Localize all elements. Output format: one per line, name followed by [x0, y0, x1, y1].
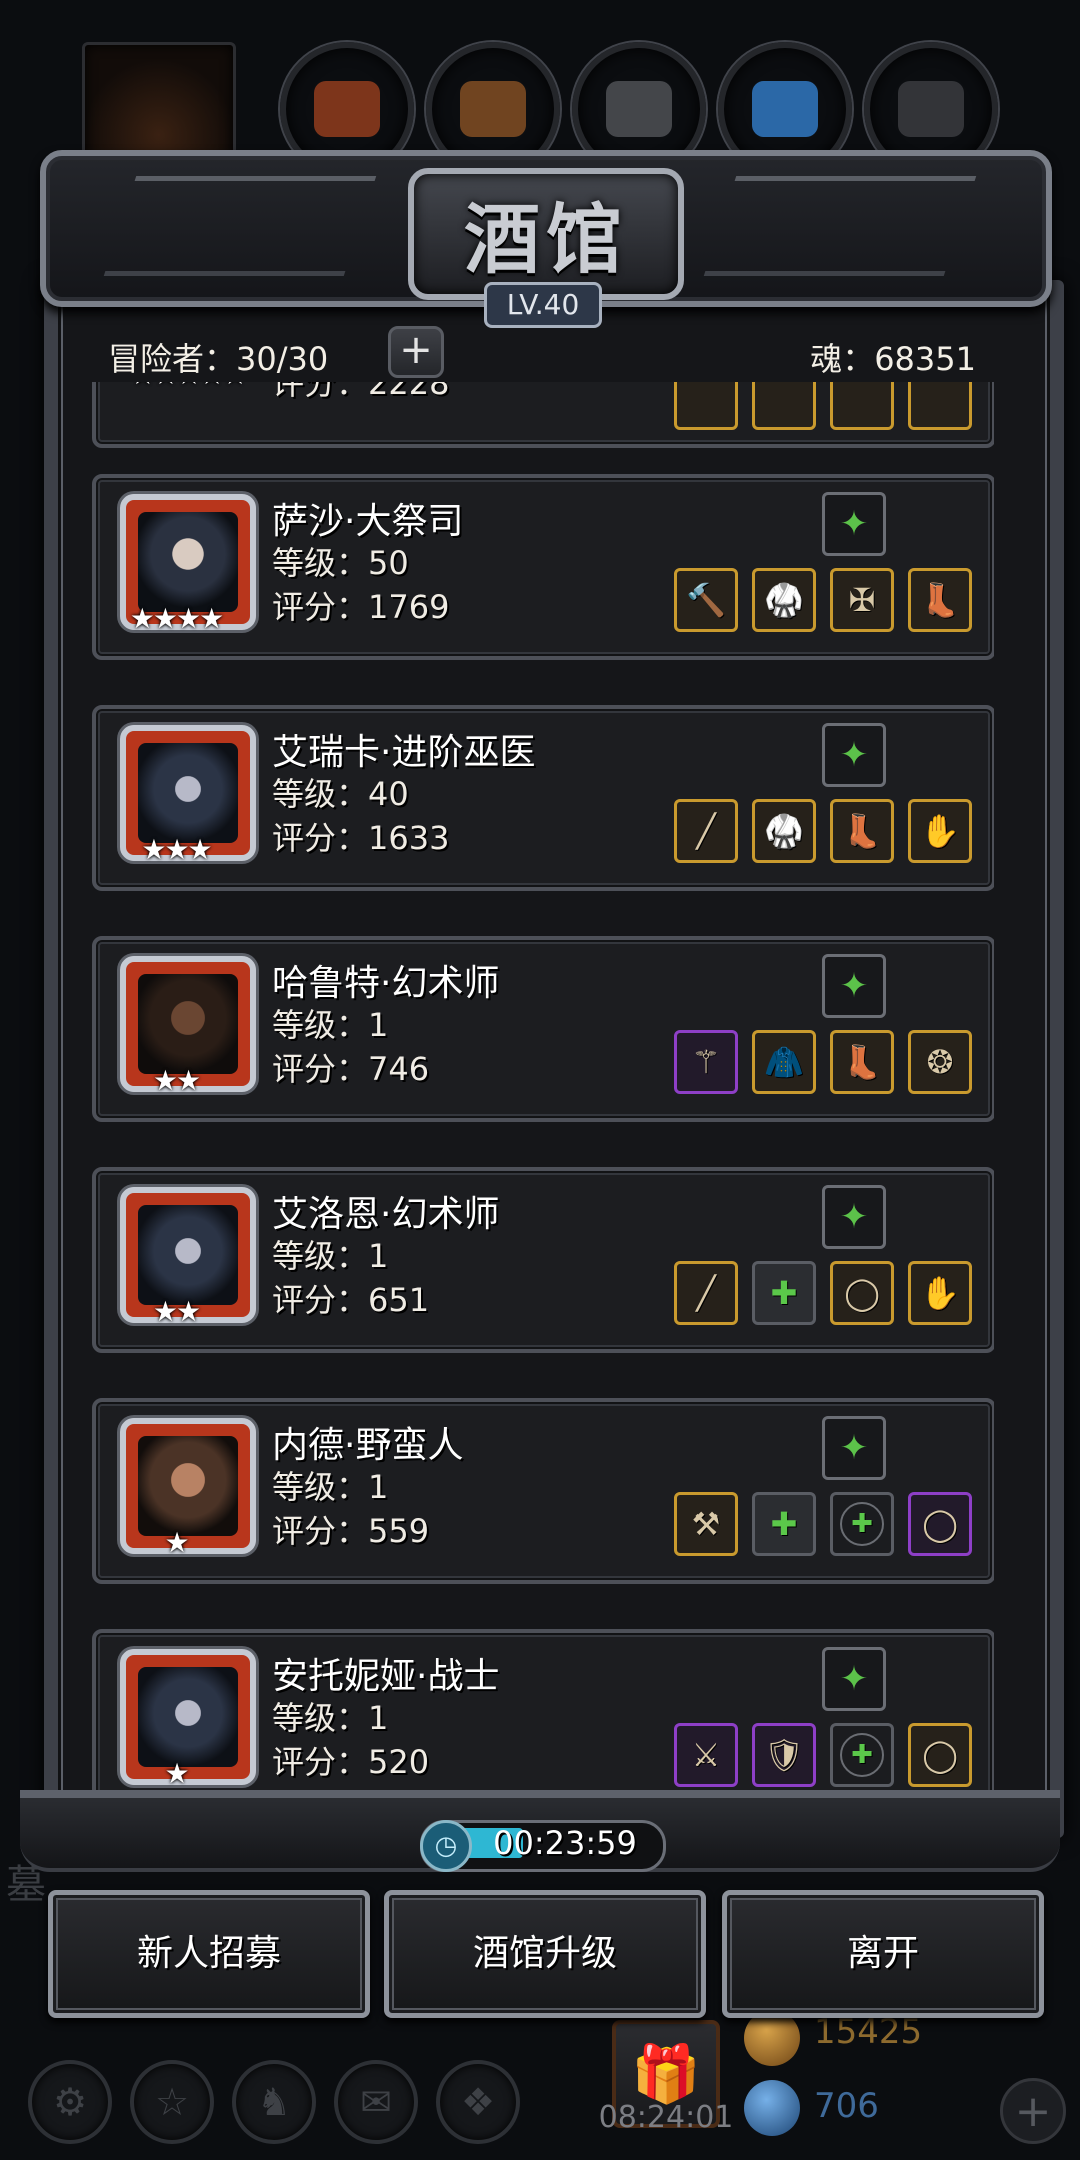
- star-rating: ★★★: [141, 833, 212, 866]
- boots-icon[interactable]: 👢: [908, 568, 972, 632]
- star-icon[interactable]: ☆: [130, 2060, 214, 2144]
- recruit-button[interactable]: 新人招募: [48, 1890, 370, 2018]
- hooded-robe-icon[interactable]: 🧥: [752, 1030, 816, 1094]
- add-armor-icon[interactable]: ✚: [752, 1492, 816, 1556]
- mail-icon[interactable]: ✉: [334, 2060, 418, 2144]
- star-rating: ★★: [152, 1295, 201, 1328]
- star-rating: ★★★★★: [120, 382, 256, 391]
- leave-button[interactable]: 离开: [722, 1890, 1044, 2018]
- hero-name: 萨沙·大祭司: [272, 501, 464, 542]
- soul-count: 魂：68351: [810, 340, 976, 378]
- panel-title: 酒馆: [464, 195, 628, 284]
- hammer-icon[interactable]: 🔨: [674, 568, 738, 632]
- adventurer-count: 冒险者：30/30: [108, 340, 329, 378]
- necklace-icon[interactable]: ❂: [908, 1030, 972, 1094]
- star-rating: ★: [164, 1757, 189, 1790]
- ring-icon[interactable]: ◯: [908, 1492, 972, 1556]
- hero-list[interactable]: ★★★★★ 评分：2228 ★★★★萨沙·大祭司等级：50评分：1769✦🔨🥋✠…: [88, 382, 994, 1790]
- gem-amount: 706: [814, 2086, 879, 2126]
- hero-face: [138, 1667, 238, 1767]
- sword-icon[interactable]: ⚔: [674, 1723, 738, 1787]
- gem-icon: [744, 2080, 800, 2136]
- package-icon[interactable]: ❖: [436, 2060, 520, 2144]
- recruit-timer: 00:23:59: [493, 1824, 637, 1862]
- staff-icon[interactable]: ╱: [674, 799, 738, 863]
- hero-face: [138, 743, 238, 843]
- class-emblem-icon[interactable]: ✦: [822, 1416, 886, 1480]
- hero-face: [138, 1436, 238, 1536]
- hero-score: 评分：1769: [272, 588, 450, 626]
- hero-name: 艾瑞卡·进阶巫医: [272, 732, 536, 773]
- robe-icon[interactable]: 🥋: [752, 799, 816, 863]
- class-emblem-icon[interactable]: ✦: [822, 492, 886, 556]
- equipment-slot[interactable]: [752, 382, 816, 430]
- ring-icon[interactable]: ◯: [830, 1261, 894, 1325]
- add-adventurer-slot-button[interactable]: +: [388, 326, 444, 378]
- hero-icon[interactable]: ♞: [232, 2060, 316, 2144]
- add-accessory-icon[interactable]: ✚: [830, 1723, 894, 1787]
- star-rating: ★: [164, 1526, 189, 1559]
- gold-amount: 15425: [814, 2012, 923, 2052]
- gold-coin-icon: [744, 2010, 800, 2066]
- hero-card[interactable]: ★★★★ 萨沙·大祭司 等级：50 评分：1769 ✦ 🔨 🥋 ✠ 👢: [92, 474, 994, 660]
- hero-level: 等级：1: [272, 1237, 389, 1275]
- hero-level: 等级：40: [272, 775, 409, 813]
- equipment-slot[interactable]: [674, 382, 738, 430]
- equipment-slot[interactable]: [830, 382, 894, 430]
- hero-name: 艾洛恩·幻术师: [272, 1194, 500, 1235]
- ring-icon[interactable]: ◯: [908, 1723, 972, 1787]
- robe-icon[interactable]: 🥋: [752, 568, 816, 632]
- settings-icon[interactable]: ⚙: [28, 2060, 112, 2144]
- hero-level: 等级：1: [272, 1699, 389, 1737]
- gauntlet-icon[interactable]: ✋: [908, 799, 972, 863]
- add-gems-button[interactable]: +: [1000, 2078, 1066, 2144]
- hero-face: [138, 1205, 238, 1305]
- hero-card[interactable]: ★★ 艾洛恩·幻术师 等级：1 评分：651 ✦ ╱ ✚ ◯ ✋: [92, 1167, 994, 1353]
- gloves-icon[interactable]: ✋: [908, 1261, 972, 1325]
- hero-score: 评分：746: [272, 1050, 430, 1088]
- hero-level: 等级：1: [272, 1468, 389, 1506]
- add-accessory-icon[interactable]: ✚: [830, 1492, 894, 1556]
- class-emblem-icon[interactable]: ✦: [822, 954, 886, 1018]
- hero-level: 等级：1: [272, 1006, 389, 1044]
- chain-decoration: [703, 176, 977, 276]
- boots-icon[interactable]: 👢: [830, 1030, 894, 1094]
- hero-name: 内德·野蛮人: [272, 1425, 464, 1466]
- hero-card[interactable]: ★ 内德·野蛮人 等级：1 评分：559 ✦ ⚒ ✚ ✚ ◯: [92, 1398, 994, 1584]
- hero-face: [138, 974, 238, 1074]
- hero-score: 评分：559: [272, 1512, 430, 1550]
- hero-level: 等级：50: [272, 544, 409, 582]
- equipment-slot[interactable]: [908, 382, 972, 430]
- amulet-icon[interactable]: ✠: [830, 568, 894, 632]
- chain-decoration: [103, 176, 377, 276]
- hero-name: 哈鲁特·幻术师: [272, 963, 500, 1004]
- hero-score: 评分：1633: [272, 819, 450, 857]
- chest-armor-icon[interactable]: 🛡: [752, 1723, 816, 1787]
- hero-name: 安托妮娅·战士: [272, 1656, 500, 1697]
- staff-icon[interactable]: ╱: [674, 1261, 738, 1325]
- plus-icon: ✚: [840, 1502, 884, 1546]
- hero-score: 评分：651: [272, 1281, 430, 1319]
- hero-face: [138, 512, 238, 612]
- class-emblem-icon[interactable]: ✦: [822, 1185, 886, 1249]
- hero-score: 评分：2228: [272, 382, 450, 402]
- boots-icon[interactable]: 👢: [830, 799, 894, 863]
- hero-card[interactable]: ★★ 哈鲁特·幻术师 等级：1 评分：746 ✦ ⚚ 🧥 👢 ❂: [92, 936, 994, 1122]
- class-emblem-icon[interactable]: ✦: [822, 723, 886, 787]
- gift-timer: 08:24:01: [598, 2100, 734, 2135]
- class-emblem-icon[interactable]: ✦: [822, 1647, 886, 1711]
- hero-card[interactable]: ★ 安托妮娅·战士 等级：1 评分：520 ✦ ⚔ 🛡 ✚ ◯: [92, 1629, 994, 1790]
- plus-icon: ✚: [840, 1733, 884, 1777]
- tavern-level-badge: LV.40: [484, 282, 602, 328]
- axe-icon[interactable]: ⚒: [674, 1492, 738, 1556]
- add-armor-icon[interactable]: ✚: [752, 1261, 816, 1325]
- hero-card[interactable]: ★★★ 艾瑞卡·进阶巫医 等级：40 评分：1633 ✦ ╱ 🥋 👢 ✋: [92, 705, 994, 891]
- clock-icon: ◷: [420, 1820, 472, 1872]
- star-rating: ★★★★: [129, 602, 224, 635]
- hero-card-partial[interactable]: ★★★★★ 评分：2228: [92, 382, 994, 448]
- hero-score: 评分：520: [272, 1743, 430, 1781]
- crook-staff-icon[interactable]: ⚚: [674, 1030, 738, 1094]
- star-rating: ★★: [152, 1064, 201, 1097]
- upgrade-tavern-button[interactable]: 酒馆升级: [384, 1890, 706, 2018]
